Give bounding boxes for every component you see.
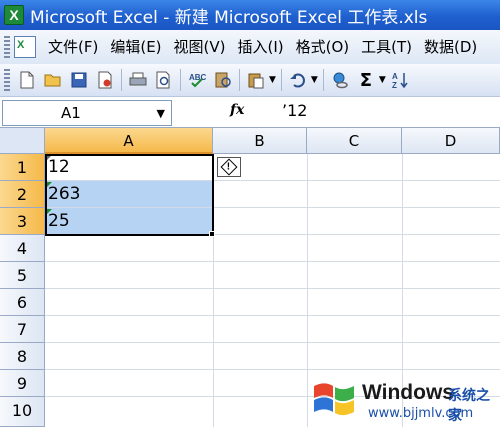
title-bar: X Microsoft Excel - 新建 Microsoft Excel 工…	[0, 0, 500, 30]
spelling-icon[interactable]: ABC	[186, 69, 208, 91]
warning-diamond-icon: !	[220, 158, 238, 176]
formula-input[interactable]: ’12	[282, 101, 307, 120]
svg-text:ABC: ABC	[189, 73, 206, 82]
svg-text:A: A	[392, 72, 398, 81]
insert-function-icon[interactable]: fx	[230, 102, 244, 118]
sort-ascending-icon[interactable]: AZ	[390, 69, 412, 91]
menu-bar: 文件(F) 编辑(E) 视图(V) 插入(I) 格式(O) 工具(T) 数据(D…	[0, 30, 500, 64]
row-header-4[interactable]: 4	[0, 235, 45, 262]
gridline	[45, 288, 500, 289]
row-header-6[interactable]: 6	[0, 289, 45, 316]
toolbar-separator	[180, 69, 181, 91]
hyperlink-icon[interactable]	[329, 69, 351, 91]
undo-icon[interactable]	[287, 69, 309, 91]
research-icon[interactable]	[212, 69, 234, 91]
toolbar-grip-icon[interactable]	[4, 69, 10, 91]
name-box[interactable]: A1 ▼	[2, 100, 172, 126]
menu-grip-icon[interactable]	[4, 36, 10, 58]
menu-format[interactable]: 格式(O)	[290, 34, 356, 60]
standard-toolbar: ABC ▼ ▼ Σ ▼ AZ	[0, 64, 500, 96]
row-header-5[interactable]: 5	[0, 262, 45, 289]
excel-app-icon[interactable]: X	[4, 5, 24, 25]
column-header-d[interactable]: D	[402, 128, 500, 154]
permission-icon[interactable]	[94, 69, 116, 91]
svg-text:Z: Z	[392, 81, 397, 89]
select-all-corner[interactable]	[0, 128, 45, 154]
selection-border	[45, 154, 214, 236]
autosum-icon[interactable]: Σ	[355, 69, 377, 91]
column-header-c[interactable]: C	[307, 128, 402, 154]
gridline	[45, 315, 500, 316]
insert-function: fx	[178, 100, 268, 126]
menu-insert[interactable]: 插入(I)	[232, 34, 290, 60]
gridline	[45, 369, 500, 370]
menu-data[interactable]: 数据(D)	[418, 34, 483, 60]
gridline	[45, 342, 500, 343]
formula-bar: A1 ▼ fx ’12	[0, 96, 500, 128]
window-title: Microsoft Excel - 新建 Microsoft Excel 工作表…	[30, 7, 428, 28]
row-header-7[interactable]: 7	[0, 316, 45, 343]
watermark-url: www.bjjmlv.com	[368, 406, 474, 421]
gridline	[45, 261, 500, 262]
toolbar-separator	[239, 69, 240, 91]
gridline	[307, 154, 308, 427]
row-header-10[interactable]: 10	[0, 397, 45, 427]
row-header-3[interactable]: 3	[0, 208, 45, 235]
row-header-8[interactable]: 8	[0, 343, 45, 370]
column-header-b[interactable]: B	[213, 128, 307, 154]
name-box-value: A1	[61, 104, 81, 122]
open-icon[interactable]	[42, 69, 64, 91]
toolbar-separator	[280, 69, 282, 91]
new-icon[interactable]	[16, 69, 38, 91]
paste-dropdown-icon[interactable]: ▼	[269, 75, 276, 85]
toolbar-separator	[121, 69, 122, 91]
windows-logo-icon	[312, 378, 356, 418]
save-icon[interactable]	[68, 69, 90, 91]
watermark-title: Windows	[362, 381, 454, 404]
menu-view[interactable]: 视图(V)	[168, 34, 232, 60]
workbook-icon[interactable]	[14, 36, 36, 58]
menu-edit[interactable]: 编辑(E)	[104, 34, 167, 60]
name-box-dropdown-icon[interactable]: ▼	[157, 107, 165, 120]
paste-icon[interactable]	[245, 69, 267, 91]
row-header-1[interactable]: 1	[0, 154, 45, 181]
toolbar-separator	[322, 69, 324, 91]
print-icon[interactable]	[127, 69, 149, 91]
print-preview-icon[interactable]	[153, 69, 175, 91]
undo-dropdown-icon[interactable]: ▼	[311, 75, 318, 85]
row-header-2[interactable]: 2	[0, 181, 45, 208]
menu-file[interactable]: 文件(F)	[42, 34, 104, 60]
menu-tools[interactable]: 工具(T)	[355, 34, 418, 60]
error-smart-tag[interactable]: !	[217, 157, 241, 177]
autosum-dropdown-icon[interactable]: ▼	[379, 75, 386, 85]
fill-handle[interactable]	[209, 231, 215, 237]
row-header-9[interactable]: 9	[0, 370, 45, 397]
column-header-a[interactable]: A	[45, 128, 213, 154]
